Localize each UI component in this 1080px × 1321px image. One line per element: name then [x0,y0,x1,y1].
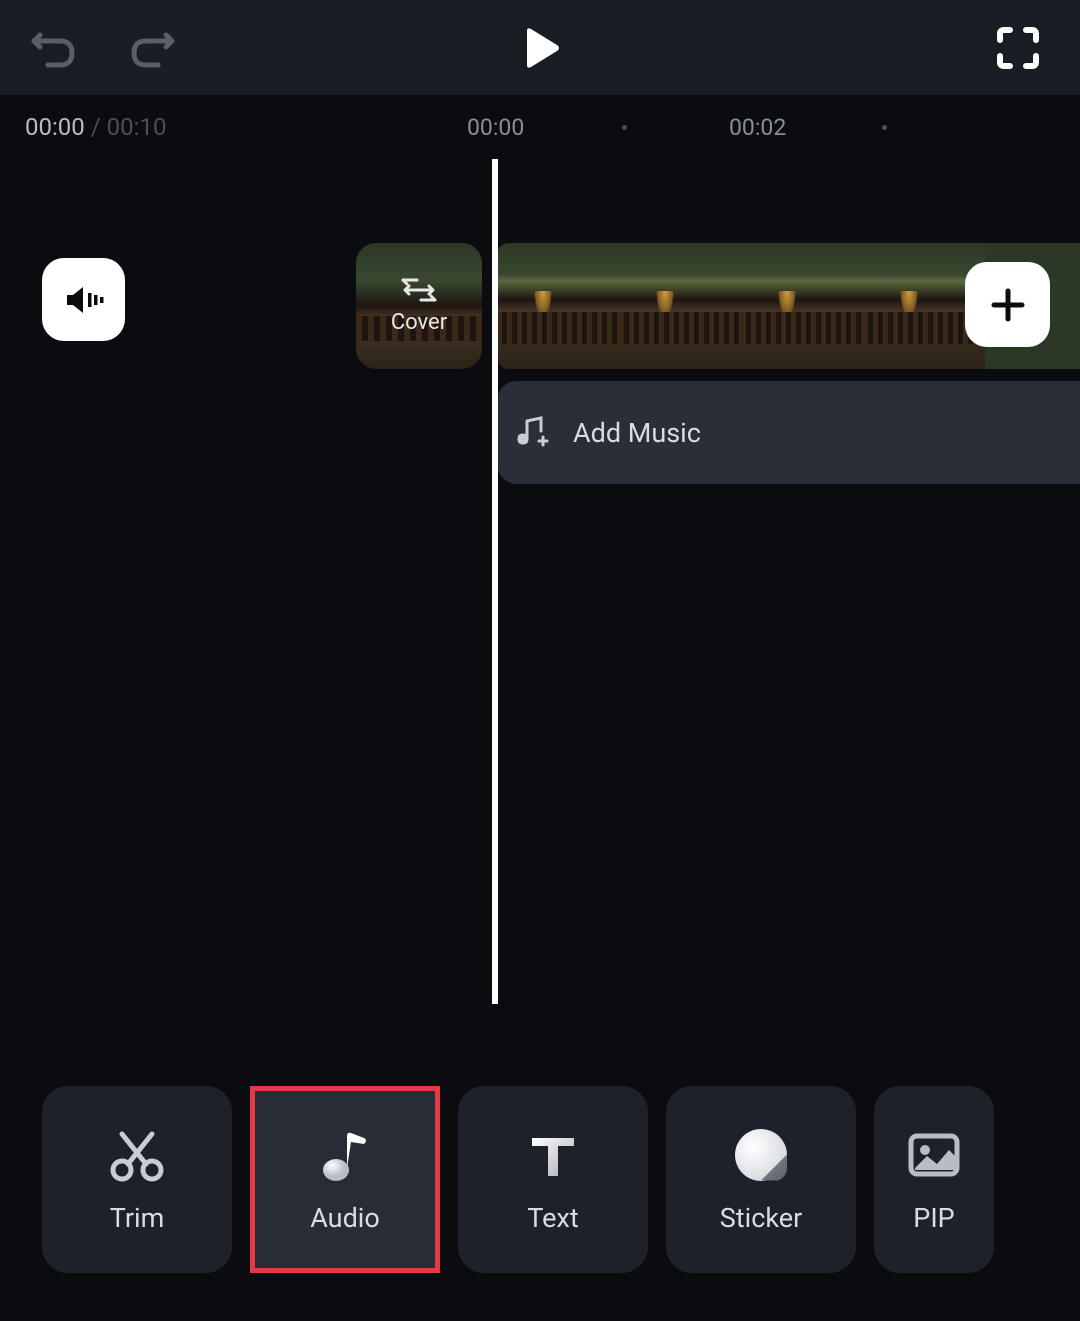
undo-redo-group [30,27,176,69]
add-music-button[interactable]: Add Music [497,381,1080,484]
undo-icon[interactable] [30,27,78,69]
tool-trim[interactable]: Trim [42,1086,232,1273]
tool-label: Sticker [720,1202,802,1234]
add-music-label: Add Music [573,417,701,449]
scissors-icon [108,1126,166,1184]
add-clip-button[interactable] [965,262,1050,347]
image-icon [905,1126,963,1184]
bottom-toolbar: Trim Audio [0,1086,1080,1273]
playhead[interactable] [492,159,498,1004]
timeline-dot [882,125,887,130]
timeline-dot [622,125,627,130]
cover-thumbnail-button[interactable]: Cover [356,243,482,369]
timestamp-row: 00:00 / 00:10 00:00 00:02 [0,95,1080,159]
current-time-label: 00:00 [25,113,85,141]
timeline-marker-1: 00:02 [729,114,786,141]
video-frame [619,243,741,369]
total-time-label: 00:10 [107,113,167,141]
sound-toggle-button[interactable] [42,258,125,341]
tool-pip[interactable]: PIP [874,1086,994,1273]
music-plus-icon [515,413,573,453]
tool-text[interactable]: Text [458,1086,648,1273]
tool-label: Trim [110,1202,165,1234]
cover-label: Cover [391,310,447,335]
timeline-marker-0: 00:00 [467,114,524,141]
text-icon [524,1126,582,1184]
timeline-area[interactable]: Cover Add Music [0,164,1080,514]
top-toolbar [0,0,1080,95]
fullscreen-icon[interactable] [994,24,1042,72]
video-frame [497,243,619,369]
tool-label: Audio [310,1202,380,1234]
time-separator: / [91,113,101,141]
tool-label: Text [527,1202,578,1234]
tool-audio[interactable]: Audio [250,1086,440,1273]
video-frame [741,243,863,369]
music-note-icon [316,1126,374,1184]
sticker-icon [732,1126,790,1184]
redo-icon[interactable] [128,27,176,69]
play-button[interactable] [515,23,565,73]
tool-label: PIP [913,1202,954,1234]
swap-icon [401,278,437,310]
tool-sticker[interactable]: Sticker [666,1086,856,1273]
